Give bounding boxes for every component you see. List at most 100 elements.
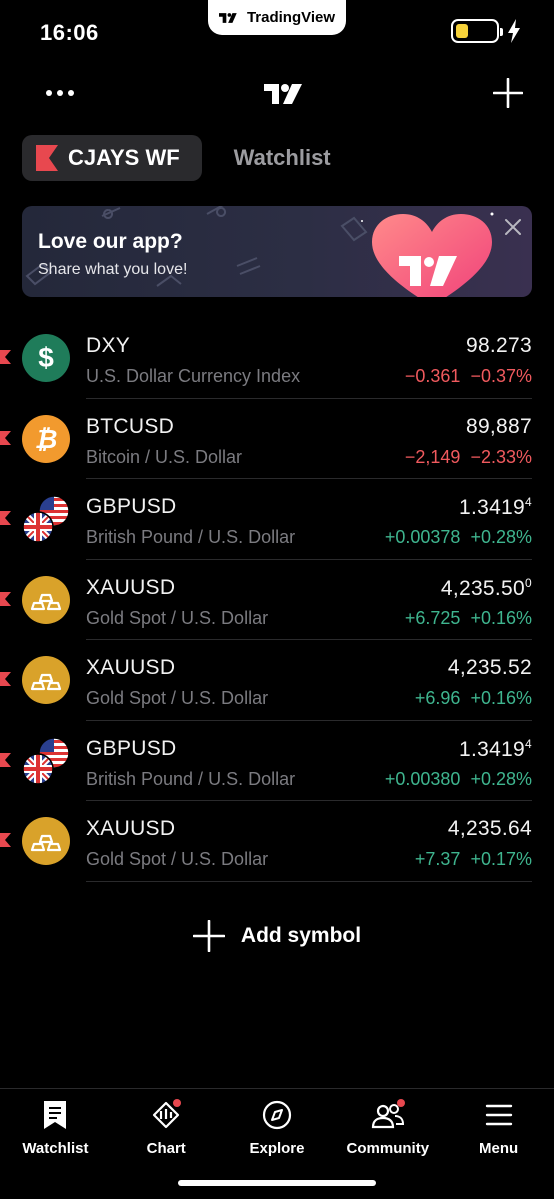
red-flag-icon bbox=[0, 511, 11, 525]
symbol-name: BTCUSD bbox=[86, 414, 175, 438]
symbol-change: +0.00380 +0.28% bbox=[385, 769, 532, 790]
symbol-change: −2,149 −2.33% bbox=[405, 447, 532, 468]
list-item[interactable]: XAUUSD Gold Spot / U.S. Dollar 4,235.64 … bbox=[0, 801, 554, 882]
change-value: +0.00378 bbox=[384, 527, 461, 547]
nav-watchlist[interactable]: Watchlist bbox=[0, 1089, 111, 1199]
red-flag-icon bbox=[0, 350, 11, 364]
change-percent: +0.17% bbox=[470, 849, 532, 869]
symbol-name: XAUUSD bbox=[86, 656, 176, 679]
change-value: −0.361 bbox=[404, 366, 461, 386]
tab-cjays-wf[interactable]: CJAYS WF bbox=[22, 135, 202, 181]
symbol-description: Bitcoin / U.S. Dollar bbox=[86, 446, 243, 467]
symbol-name: GBPUSD bbox=[86, 495, 177, 518]
banner-title: Love our app? bbox=[38, 230, 183, 253]
gold-bars-icon bbox=[22, 817, 70, 865]
compass-icon bbox=[262, 1100, 292, 1130]
change-percent: +0.16% bbox=[470, 688, 532, 708]
svg-text:$: $ bbox=[38, 342, 54, 373]
add-symbol-label: Add symbol bbox=[240, 924, 362, 947]
nav-explore-label: Explore bbox=[249, 1140, 305, 1157]
add-icon[interactable] bbox=[493, 78, 523, 108]
tab-cjays-wf-label: CJAYS WF bbox=[68, 145, 180, 170]
list-item[interactable]: $ DXY U.S. Dollar Currency Index 98.273 … bbox=[0, 318, 554, 399]
nav-community-label: Community bbox=[346, 1140, 430, 1157]
community-icon bbox=[371, 1099, 405, 1129]
nav-menu[interactable]: Menu bbox=[443, 1089, 554, 1199]
bookmark-list-icon bbox=[44, 1101, 67, 1129]
watchlist-tabs: CJAYS WF Watchlist bbox=[22, 135, 331, 181]
change-percent: −0.37% bbox=[470, 366, 532, 386]
chart-icon bbox=[153, 1099, 182, 1129]
symbol-description: U.S. Dollar Currency Index bbox=[86, 366, 301, 386]
change-percent: +0.28% bbox=[470, 768, 532, 789]
red-flag-icon bbox=[0, 833, 11, 847]
symbol-name: XAUUSD bbox=[86, 817, 176, 840]
symbol-name: DXY bbox=[86, 334, 131, 357]
list-item[interactable]: XAUUSD Gold Spot / U.S. Dollar 4,235.52 … bbox=[0, 640, 554, 721]
symbol-description: British Pound / U.S. Dollar bbox=[86, 527, 296, 547]
uk-us-flags-icon bbox=[22, 736, 70, 785]
svg-text:₿: ₿ bbox=[35, 424, 58, 454]
change-percent: +0.16% bbox=[470, 607, 532, 628]
symbol-description: Gold Spot / U.S. Dollar bbox=[86, 849, 269, 869]
status-time: 16:06 bbox=[40, 20, 99, 45]
symbol-description: Gold Spot / U.S. Dollar bbox=[86, 607, 269, 628]
close-icon[interactable] bbox=[504, 218, 522, 236]
uk-us-flags-icon bbox=[22, 495, 70, 543]
nav-menu-label: Menu bbox=[479, 1140, 519, 1157]
symbol-price: 4,235.64 bbox=[447, 817, 532, 840]
list-item[interactable]: XAUUSD Gold Spot / U.S. Dollar 4,235.500… bbox=[0, 560, 554, 640]
nav-watchlist-label: Watchlist bbox=[22, 1140, 89, 1157]
symbol-description: British Pound / U.S. Dollar bbox=[86, 768, 296, 789]
symbol-price: 98.273 bbox=[465, 334, 532, 357]
add-symbol-button[interactable]: Add symbol bbox=[0, 916, 554, 956]
status-bar: 16:06 TradingView bbox=[0, 0, 554, 60]
symbol-list: $ DXY U.S. Dollar Currency Index 98.273 … bbox=[0, 318, 554, 882]
symbol-change: +0.00378 +0.28% bbox=[385, 527, 532, 548]
symbol-price: 4,235.52 bbox=[447, 656, 532, 679]
symbol-price: 89,887 bbox=[465, 414, 532, 438]
tradingview-logo-icon bbox=[218, 12, 237, 23]
tab-watchlist[interactable]: Watchlist bbox=[234, 145, 331, 171]
tradingview-logo-icon bbox=[264, 84, 302, 104]
change-percent: −2.33% bbox=[470, 446, 532, 467]
red-flag-icon bbox=[0, 752, 11, 767]
red-flag-icon bbox=[0, 430, 11, 445]
promo-banner[interactable]: Love our app? Share what you love! bbox=[22, 206, 532, 297]
change-percent: +0.28% bbox=[470, 527, 532, 547]
symbol-change: +6.96 +0.16% bbox=[415, 688, 532, 709]
gold-bars-icon bbox=[22, 656, 70, 704]
symbol-change: −0.361 −0.37% bbox=[405, 366, 532, 387]
bitcoin-icon: ₿ bbox=[22, 414, 70, 463]
tradingview-pill[interactable]: TradingView bbox=[208, 0, 346, 35]
home-indicator[interactable] bbox=[178, 1180, 376, 1186]
change-value: +0.00380 bbox=[384, 768, 461, 789]
red-flag-icon bbox=[36, 145, 58, 171]
symbol-price: 4,235.500 bbox=[440, 575, 532, 600]
hamburger-menu-icon bbox=[485, 1104, 512, 1126]
more-options-icon[interactable] bbox=[46, 88, 76, 98]
symbol-change: +7.37 +0.17% bbox=[415, 849, 532, 870]
symbol-price: 1.34194 bbox=[458, 495, 532, 519]
battery-icon bbox=[451, 19, 503, 43]
list-item[interactable]: GBPUSD British Pound / U.S. Dollar 1.341… bbox=[0, 721, 554, 801]
charging-bolt-icon bbox=[508, 19, 520, 43]
plus-icon bbox=[192, 920, 225, 952]
red-flag-icon bbox=[0, 591, 11, 606]
change-value: −2,149 bbox=[404, 446, 461, 467]
red-flag-icon bbox=[0, 672, 11, 686]
top-toolbar bbox=[0, 70, 554, 120]
dollar-icon: $ bbox=[22, 334, 70, 382]
symbol-description: Gold Spot / U.S. Dollar bbox=[86, 688, 269, 708]
change-value: +6.725 bbox=[404, 607, 461, 628]
change-value: +6.96 bbox=[414, 688, 461, 708]
banner-subtitle: Share what you love! bbox=[38, 261, 188, 278]
list-item[interactable]: GBPUSD British Pound / U.S. Dollar 1.341… bbox=[0, 479, 554, 560]
gold-bars-icon bbox=[22, 575, 70, 624]
list-item[interactable]: ₿ BTCUSD Bitcoin / U.S. Dollar 89,887 −2… bbox=[0, 399, 554, 479]
nav-chart-label: Chart bbox=[146, 1140, 186, 1157]
tradingview-pill-label: TradingView bbox=[246, 9, 336, 26]
change-value: +7.37 bbox=[414, 849, 461, 869]
symbol-change: +6.725 +0.16% bbox=[405, 608, 532, 629]
symbol-name: GBPUSD bbox=[86, 736, 177, 760]
